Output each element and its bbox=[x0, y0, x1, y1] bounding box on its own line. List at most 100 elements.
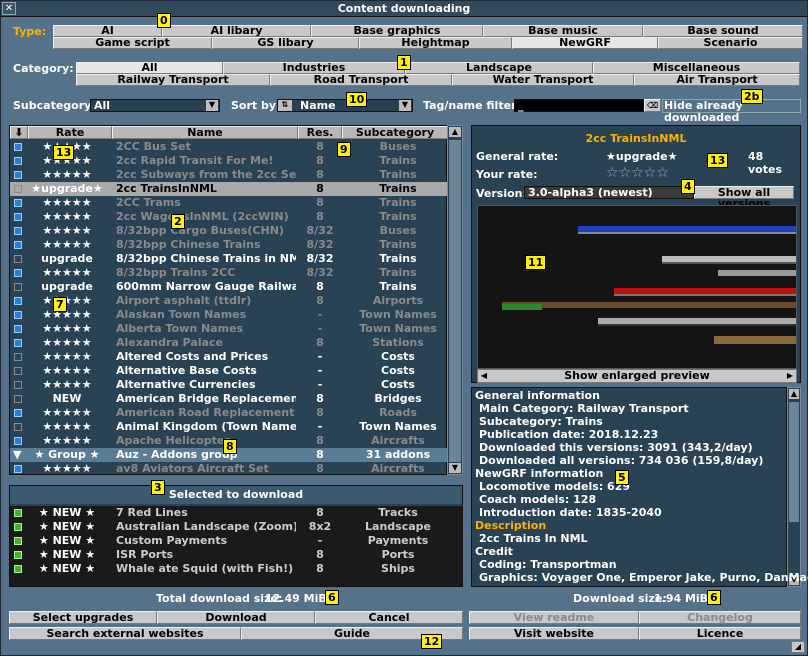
group-expand-icon[interactable]: ▼ bbox=[13, 448, 21, 461]
selected-row[interactable]: ★ NEW ★ 7 Red Lines 8 Tracks bbox=[10, 506, 462, 520]
table-row[interactable]: ★★★★★ Altered Costs and Prices - Costs bbox=[10, 350, 448, 364]
download-checkbox[interactable] bbox=[14, 367, 22, 375]
download-checkbox[interactable] bbox=[14, 551, 22, 559]
download-checkbox[interactable] bbox=[14, 353, 22, 361]
search-external-button[interactable]: Search external websites bbox=[9, 627, 241, 640]
rate-column-header[interactable]: Rate bbox=[28, 126, 112, 139]
download-checkbox[interactable] bbox=[14, 283, 22, 291]
download-checkbox[interactable] bbox=[14, 171, 22, 179]
sortby-dropdown[interactable]: ⇅ Name ▼ bbox=[277, 99, 413, 112]
table-row[interactable]: ★★★★★ av8 Aviators Aircraft Set 8 Aircrafts bbox=[10, 462, 448, 476]
scroll-thumb[interactable] bbox=[449, 140, 461, 462]
download-checkbox[interactable] bbox=[14, 143, 22, 151]
table-row[interactable]: ★★★★★ Alternative Currencies - Costs bbox=[10, 378, 448, 392]
table-row[interactable]: NEW American Bridge Replacement Set 8 Bridg… bbox=[10, 392, 448, 406]
show-all-versions-button[interactable]: Show all versions bbox=[694, 186, 794, 209]
sort-order-icon[interactable]: ⇅ bbox=[278, 100, 292, 111]
type-tab-heightmap[interactable]: Heightmap bbox=[359, 37, 512, 49]
download-checkbox[interactable] bbox=[14, 395, 22, 403]
download-checkbox[interactable] bbox=[14, 565, 22, 573]
scroll-thumb[interactable] bbox=[789, 402, 799, 522]
version-dropdown[interactable]: 3.0-alpha3 (newest) bbox=[524, 186, 694, 199]
selected-row[interactable]: ★ NEW ★ Whale ate Squid (with Fish!) 8 Ship… bbox=[10, 562, 462, 576]
download-checkbox[interactable] bbox=[14, 409, 22, 417]
scroll-down-icon[interactable]: ▼ bbox=[449, 463, 461, 473]
table-row[interactable]: upgrade 600mm Narrow Gauge Railways 8 Train… bbox=[10, 280, 448, 294]
download-checkbox[interactable] bbox=[14, 423, 22, 431]
licence-button[interactable]: Licence bbox=[639, 627, 801, 640]
table-row[interactable]: ★★★★★ 8/32bpp Trains 2CC 8/32 Trains bbox=[10, 266, 448, 280]
category-tab-water[interactable]: Water Transport bbox=[452, 74, 634, 86]
resize-grip-icon[interactable]: ◢ bbox=[791, 641, 805, 653]
download-checkbox[interactable] bbox=[14, 255, 22, 263]
table-row[interactable]: ★★★★★ 2cc Subways from the 2cc Set 8 Trains bbox=[10, 168, 448, 182]
preview-image[interactable] bbox=[477, 205, 797, 369]
content-list[interactable]: ⬇ Rate Name Res. Subcategory ★★★★★ 2CC Bu… bbox=[9, 125, 448, 476]
table-row[interactable]: ★upgrade★ 2cc TrainsInNML 8 Trains bbox=[10, 182, 448, 196]
download-checkbox[interactable] bbox=[14, 537, 22, 545]
download-checkbox[interactable] bbox=[14, 465, 22, 473]
scroll-up-icon[interactable]: ▲ bbox=[789, 389, 799, 399]
cancel-button[interactable]: Cancel bbox=[315, 611, 463, 624]
list-scrollbar[interactable]: ▲ ▼ bbox=[447, 125, 463, 475]
table-row[interactable]: ★★★★★ 2cc Rapid Transit For Me! 8 Trains bbox=[10, 154, 448, 168]
enlarge-bar[interactable]: ◀ Show enlarged preview ▶ bbox=[477, 369, 797, 383]
table-row[interactable]: ★★★★★ 2cc WagonsInNML (2ccWIN) 8 Trains bbox=[10, 210, 448, 224]
type-tab-gs-library[interactable]: GS libary bbox=[212, 37, 359, 49]
table-row[interactable]: ★★★★★2CC Bus Set8Buses bbox=[10, 140, 448, 154]
changelog-button[interactable]: Changelog bbox=[639, 611, 801, 624]
download-checkbox[interactable] bbox=[14, 509, 22, 517]
download-checkbox[interactable] bbox=[14, 157, 22, 165]
download-checkbox[interactable] bbox=[14, 297, 22, 305]
download-checkbox[interactable] bbox=[14, 227, 22, 235]
selected-row[interactable]: ★ NEW ★ Custom Payments - Payments bbox=[10, 534, 462, 548]
category-tab-road[interactable]: Road Transport bbox=[270, 74, 452, 86]
close-icon[interactable]: ✕ bbox=[2, 2, 16, 15]
res-column-header[interactable]: Res. bbox=[298, 126, 342, 139]
type-tab-game-script[interactable]: Game script bbox=[53, 37, 212, 49]
hide-downloaded-toggle[interactable] bbox=[662, 99, 801, 113]
preview-next-icon[interactable]: ▶ bbox=[784, 370, 796, 382]
table-row[interactable]: ★★★★★ Animal Kingdom (Town Names) - Town Na… bbox=[10, 420, 448, 434]
download-checkbox[interactable] bbox=[14, 437, 22, 445]
table-row[interactable]: ★★★★★ 2CC Trams 8 Trains bbox=[10, 196, 448, 210]
table-row[interactable]: ★★★★★ 8/32bpp Cargo Buses(CHN) 8/32 Buses bbox=[10, 224, 448, 238]
download-checkbox[interactable] bbox=[14, 269, 22, 277]
info-scrollbar[interactable]: ▲ ▼ bbox=[787, 387, 801, 587]
preview-prev-icon[interactable]: ◀ bbox=[478, 370, 490, 382]
tag-filter-input[interactable]: _ bbox=[514, 99, 644, 112]
visit-website-button[interactable]: Visit website bbox=[469, 627, 639, 640]
select-upgrades-button[interactable]: Select upgrades bbox=[9, 611, 157, 624]
download-checkbox[interactable] bbox=[14, 185, 22, 193]
table-row[interactable]: ★★★★★ American Road Replacement Set 8 Roads bbox=[10, 406, 448, 420]
selected-row[interactable]: ★ NEW ★ ISR Ports 8 Ports bbox=[10, 548, 462, 562]
table-row[interactable]: upgrade 8/32bpp Chinese Trains in NML 8/32… bbox=[10, 252, 448, 266]
your-rate-stars[interactable]: ☆☆☆☆☆ bbox=[606, 165, 669, 181]
download-checkbox[interactable] bbox=[14, 213, 22, 221]
selected-row[interactable]: ★ NEW ★ Australian Landscape (Zoom) 8x2 Lan… bbox=[10, 520, 462, 534]
category-tab-air[interactable]: Air Transport bbox=[634, 74, 800, 86]
download-checkbox[interactable] bbox=[14, 311, 22, 319]
table-row[interactable]: ★★★★★ 8/32bpp Chinese Trains 8/32 Trains bbox=[10, 238, 448, 252]
download-checkbox[interactable] bbox=[14, 339, 22, 347]
table-row[interactable]: ★★★★★ Airport asphalt (ttdlr) 8 Airports bbox=[10, 294, 448, 308]
type-tab-scenario[interactable]: Scenario bbox=[658, 37, 803, 49]
category-tab-railway[interactable]: Railway Transport bbox=[76, 74, 270, 86]
download-column-icon[interactable]: ⬇ bbox=[10, 126, 28, 139]
type-tab-newgrf[interactable]: NewGRF bbox=[512, 37, 658, 49]
table-row[interactable]: ★★★★★ Alaskan Town Names - Town Names bbox=[10, 308, 448, 322]
download-checkbox[interactable] bbox=[14, 523, 22, 531]
scroll-up-icon[interactable]: ▲ bbox=[449, 127, 461, 137]
download-checkbox[interactable] bbox=[14, 325, 22, 333]
download-checkbox[interactable] bbox=[14, 241, 22, 249]
clear-filter-icon[interactable]: ⌫ bbox=[644, 99, 661, 112]
table-row[interactable]: ★★★★★ Alternative Base Costs - Costs bbox=[10, 364, 448, 378]
download-checkbox[interactable] bbox=[14, 381, 22, 389]
download-button[interactable]: Download bbox=[157, 611, 315, 624]
view-readme-button[interactable]: View readme bbox=[469, 611, 639, 624]
download-checkbox[interactable] bbox=[14, 199, 22, 207]
subcategory-column-header[interactable]: Subcategory bbox=[342, 126, 448, 139]
subcategory-dropdown[interactable]: All ▼ bbox=[90, 99, 220, 112]
table-row[interactable]: ★★★★★ Alberta Town Names - Town Names bbox=[10, 322, 448, 336]
enlarge-preview-button[interactable]: Show enlarged preview bbox=[490, 370, 784, 382]
